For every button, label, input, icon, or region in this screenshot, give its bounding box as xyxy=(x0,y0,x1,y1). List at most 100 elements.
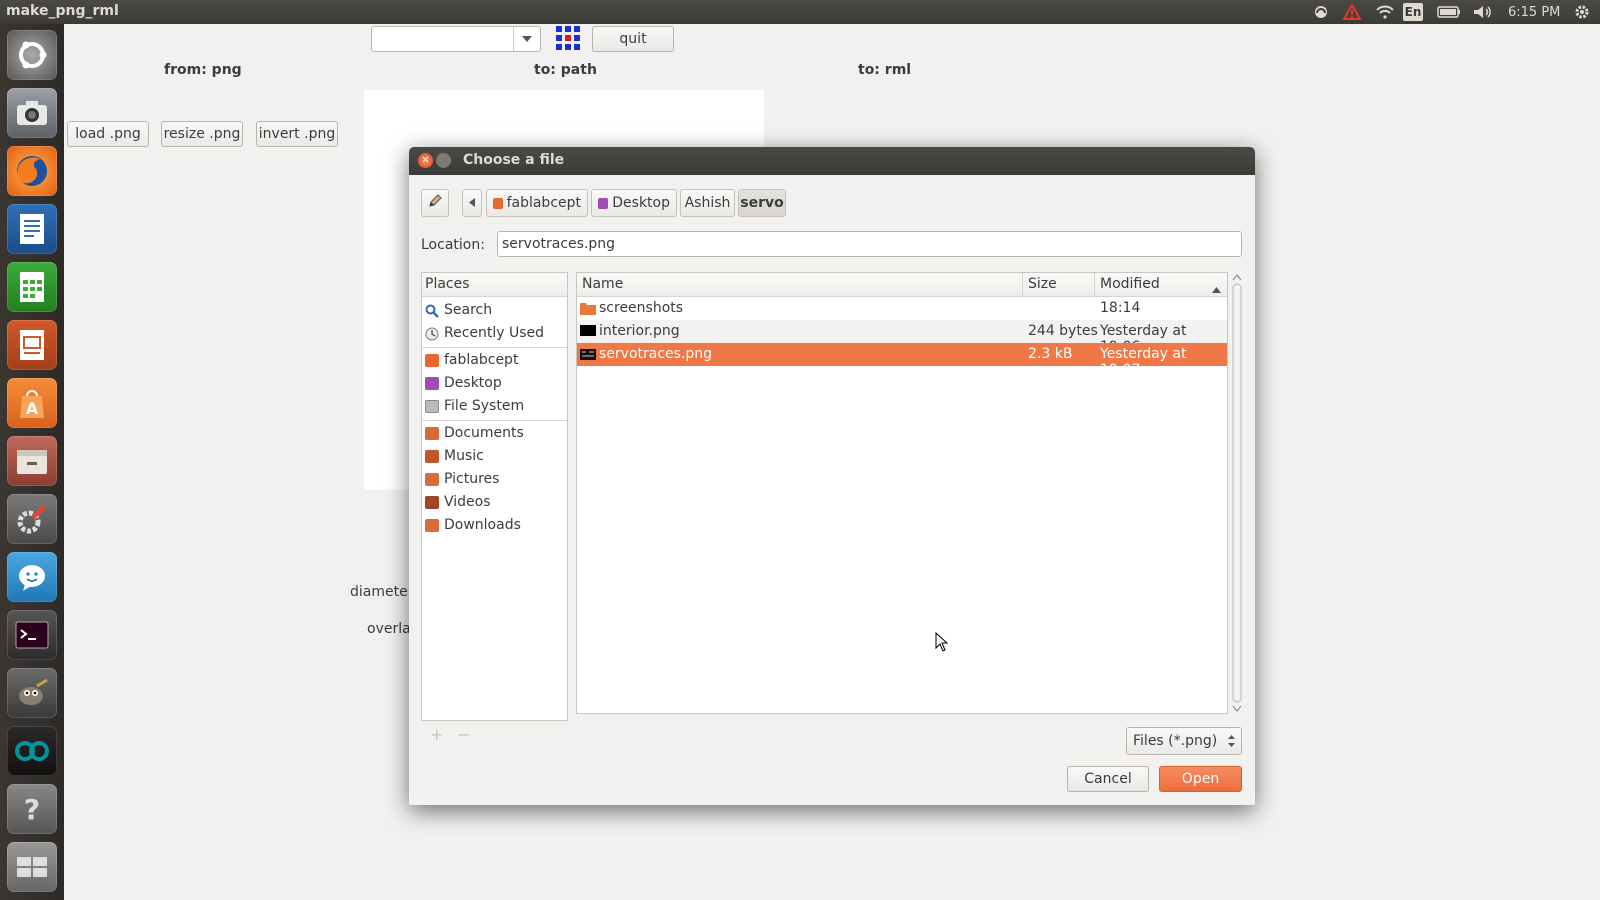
remove-bookmark-button[interactable]: − xyxy=(457,725,470,744)
file-list-scrollbar[interactable] xyxy=(1231,272,1243,714)
places-sidebar: Places Search Recently Used fablabcept D… xyxy=(421,272,568,721)
calc-icon[interactable] xyxy=(7,262,57,312)
documents-folder-icon xyxy=(425,426,439,440)
file-row[interactable]: screenshots 18:14 xyxy=(577,297,1227,320)
place-fablabcept[interactable]: fablabcept xyxy=(425,349,518,371)
pictures-folder-icon xyxy=(425,472,439,486)
sort-ascending-icon xyxy=(1212,281,1221,297)
help-icon[interactable]: ? xyxy=(7,784,57,834)
place-label: File System xyxy=(444,398,525,414)
file-size: 244 bytes xyxy=(1028,323,1098,339)
resize-png-button[interactable]: resize .png xyxy=(161,121,243,147)
breadcrumb-servo[interactable]: servo xyxy=(738,189,786,217)
file-list: Name Size Modified screenshots 18:14 int… xyxy=(576,272,1228,714)
grid-icon[interactable] xyxy=(555,25,581,51)
chevron-left-icon xyxy=(469,195,475,211)
camera-icon[interactable] xyxy=(7,88,57,138)
firefox-icon[interactable] xyxy=(7,146,57,196)
top-panel: make_png_rml En 6:15 PM xyxy=(0,0,1600,24)
keyboard-layout-indicator[interactable]: En xyxy=(1403,3,1423,21)
svg-text:A: A xyxy=(26,399,39,418)
place-file-system[interactable]: File System xyxy=(425,395,524,417)
desktop-folder-icon xyxy=(598,197,609,209)
system-settings-icon[interactable] xyxy=(7,494,57,544)
impress-icon[interactable] xyxy=(7,320,57,370)
file-row[interactable]: interior.png 244 bytes Yesterday at 19:0… xyxy=(577,320,1227,355)
invert-png-button[interactable]: invert .png xyxy=(256,121,338,147)
search-icon xyxy=(425,304,439,318)
launcher: A ? xyxy=(0,24,64,900)
place-label: Search xyxy=(444,302,493,318)
file-modified: 18:14 xyxy=(1100,300,1141,316)
arduino-icon[interactable] xyxy=(7,726,57,776)
file-type-filter[interactable]: Files (*.png) xyxy=(1126,727,1242,755)
pencil-icon xyxy=(427,193,443,213)
place-documents[interactable]: Documents xyxy=(425,422,524,444)
diameter-label: diamete xyxy=(350,584,408,600)
place-downloads[interactable]: Downloads xyxy=(425,514,521,536)
column-header-size[interactable]: Size xyxy=(1023,273,1095,297)
videos-folder-icon xyxy=(425,495,439,509)
places-header[interactable]: Places xyxy=(422,273,567,297)
location-label: Location: xyxy=(421,237,485,253)
warning-icon[interactable] xyxy=(1342,2,1362,22)
overlap-label: overla xyxy=(367,621,411,637)
empathy-icon[interactable] xyxy=(7,552,57,602)
file-manager-icon[interactable] xyxy=(7,436,57,486)
place-music[interactable]: Music xyxy=(425,445,484,467)
app-title: make_png_rml xyxy=(6,3,119,19)
breadcrumb-ashish[interactable]: Ashish xyxy=(680,189,735,217)
ubuntu-dash-icon[interactable] xyxy=(7,30,57,80)
volume-icon[interactable] xyxy=(1472,2,1494,22)
software-center-icon[interactable]: A xyxy=(7,378,57,428)
place-label: Documents xyxy=(444,425,524,441)
column-header-modified[interactable]: Modified xyxy=(1095,273,1227,297)
location-input[interactable] xyxy=(497,231,1242,257)
path-back-button[interactable] xyxy=(462,189,482,217)
breadcrumb-label: fablabcept xyxy=(506,195,581,211)
load-png-button[interactable]: load .png xyxy=(67,121,149,147)
battery-icon[interactable] xyxy=(1436,2,1462,22)
file-modified: Yesterday at 19:07 xyxy=(1100,346,1187,378)
cancel-button[interactable]: Cancel xyxy=(1067,766,1149,792)
minimize-icon[interactable] xyxy=(436,153,451,168)
dialog-title: Choose a file xyxy=(463,152,565,168)
place-label: Pictures xyxy=(444,471,500,487)
chevron-down-icon[interactable] xyxy=(513,27,540,51)
session-gear-icon[interactable] xyxy=(1572,2,1592,22)
place-label: Videos xyxy=(444,494,491,510)
file-name: interior.png xyxy=(599,323,680,339)
edit-location-button[interactable] xyxy=(421,189,449,217)
close-icon[interactable]: ✕ xyxy=(418,153,433,168)
place-pictures[interactable]: Pictures xyxy=(425,468,499,490)
place-desktop[interactable]: Desktop xyxy=(425,372,502,394)
home-folder-icon xyxy=(425,353,439,367)
wifi-icon[interactable] xyxy=(1374,2,1396,22)
downloads-folder-icon xyxy=(425,518,439,532)
breadcrumb-label: servo xyxy=(740,195,784,211)
combo-box[interactable] xyxy=(371,26,541,52)
mouse-cursor-icon xyxy=(935,631,949,656)
terminal-icon[interactable] xyxy=(7,610,57,660)
writer-icon[interactable] xyxy=(7,204,57,254)
file-row-selected[interactable]: servotraces.png 2.3 kB Yesterday at 19:0… xyxy=(577,343,1227,378)
quit-button[interactable]: quit xyxy=(592,26,674,52)
column-header-name[interactable]: Name xyxy=(577,273,1023,297)
place-label: Music xyxy=(444,448,484,464)
breadcrumb-fablabcept[interactable]: fablabcept xyxy=(486,189,588,217)
open-button[interactable]: Open xyxy=(1159,766,1242,792)
sync-icon[interactable] xyxy=(1312,2,1330,22)
dialog-titlebar[interactable]: ✕ Choose a file xyxy=(409,147,1255,175)
add-bookmark-button[interactable]: + xyxy=(430,725,443,744)
column-header-label: Modified xyxy=(1100,276,1160,292)
breadcrumb-desktop[interactable]: Desktop xyxy=(591,189,677,217)
home-folder-icon xyxy=(493,197,503,209)
place-videos[interactable]: Videos xyxy=(425,491,491,513)
clock[interactable]: 6:15 PM xyxy=(1508,2,1560,22)
image-thumbnail-icon xyxy=(580,325,596,336)
gimp-icon[interactable] xyxy=(7,668,57,718)
place-search[interactable]: Search xyxy=(425,299,492,321)
place-recently-used[interactable]: Recently Used xyxy=(425,322,544,344)
to-path-label: to: path xyxy=(534,62,597,78)
workspace-icon[interactable] xyxy=(7,842,57,892)
